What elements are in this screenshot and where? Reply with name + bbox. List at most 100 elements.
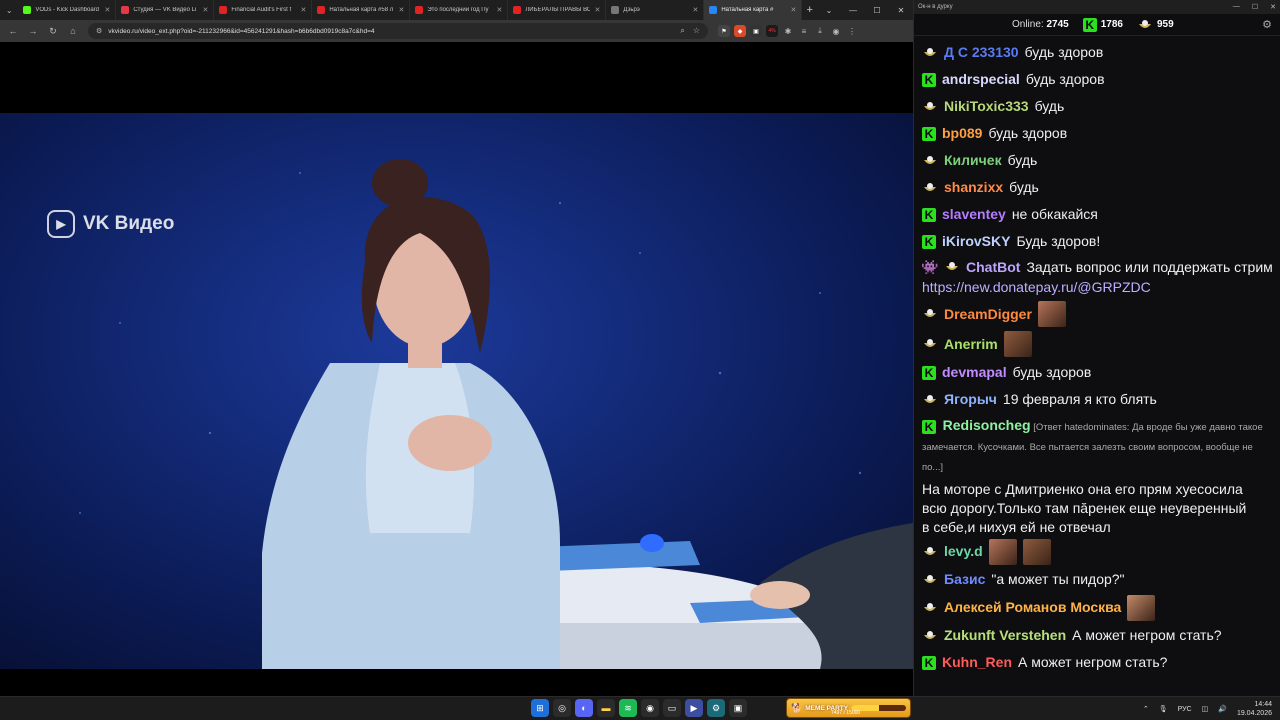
- chrome-icon[interactable]: ◎: [553, 699, 571, 717]
- chat-username[interactable]: devmapal: [942, 363, 1007, 382]
- discord-icon[interactable]: ◐: [575, 699, 593, 717]
- clock[interactable]: 14:44 19.04.2026: [1237, 700, 1272, 718]
- bowl-icon: [922, 307, 938, 321]
- chat-username[interactable]: Д С 233130: [944, 43, 1019, 62]
- emote-image: [1127, 594, 1156, 621]
- chat-username[interactable]: shanzixx: [944, 178, 1003, 197]
- chat-username[interactable]: Anerrim: [944, 335, 998, 354]
- widget-count: 7497 / 15000: [831, 710, 861, 716]
- extensions-puzzle-icon[interactable]: ✱: [782, 25, 794, 37]
- chat-username[interactable]: Redisoncheg: [943, 417, 1031, 433]
- chat-text: Задать вопрос или поддержать стримера:: [1026, 259, 1272, 275]
- donate-link[interactable]: https://new.donatepay.ru/@GRPZDC: [922, 279, 1151, 295]
- tab-search-icon[interactable]: ⌄: [0, 0, 18, 20]
- chat-text: не обкакайся: [1011, 206, 1098, 222]
- microphone-icon[interactable]: 🎙: [1159, 705, 1168, 713]
- close-tab-icon[interactable]: ✕: [300, 6, 306, 14]
- start-button[interactable]: ⊞: [531, 699, 549, 717]
- browser-tab[interactable]: Это последний год Пу ✕: [410, 0, 509, 20]
- app-icon[interactable]: ▶: [685, 699, 703, 717]
- obs-icon[interactable]: ◉: [641, 699, 659, 717]
- chat-username[interactable]: Kuhn_Ren: [942, 653, 1012, 672]
- close-button[interactable]: ✕: [889, 0, 913, 20]
- minimize-button[interactable]: —: [1233, 3, 1240, 11]
- chat-message: K Kuhn_Ren А может негром стать?: [922, 649, 1272, 676]
- home-button[interactable]: ⌂: [64, 22, 82, 40]
- reply-context: K Redisoncheg [Ответ hatedominates: Да в…: [922, 415, 1272, 478]
- video-scene: [79, 159, 913, 669]
- collapse-tabs-icon[interactable]: ⌄: [817, 0, 841, 20]
- chat-username[interactable]: DreamDigger: [944, 305, 1032, 324]
- chat-username[interactable]: NikiToxic333: [944, 97, 1029, 116]
- chat-username[interactable]: Алексей Романов Москва: [944, 598, 1121, 617]
- chat-username[interactable]: andrspecial: [942, 70, 1020, 89]
- app-icon[interactable]: ▣: [729, 699, 747, 717]
- close-tab-icon[interactable]: ✕: [398, 6, 404, 14]
- close-tab-icon[interactable]: ✕: [594, 6, 600, 14]
- chat-message: Базис "а может ты пидор?": [922, 566, 1272, 593]
- close-tab-icon[interactable]: ✕: [790, 6, 796, 14]
- close-tab-icon[interactable]: ✕: [202, 6, 208, 14]
- browser-tab[interactable]: Натальная карта # ✕: [704, 0, 803, 20]
- extension-icon[interactable]: ⚑: [718, 25, 730, 37]
- zoom-icon[interactable]: ⌕: [680, 26, 684, 36]
- network-icon[interactable]: ◫: [1202, 705, 1209, 713]
- chat-message: Zukunft Verstehen А может негром стать?: [922, 622, 1272, 649]
- folder-icon[interactable]: ▬: [597, 699, 615, 717]
- browser-tab[interactable]: Натальная карта #58 л ✕: [312, 0, 411, 20]
- bookmark-star-icon[interactable]: ☆: [693, 26, 700, 36]
- youtube-icon: [513, 6, 522, 14]
- maximize-button[interactable]: ☐: [865, 0, 889, 20]
- back-button[interactable]: ←: [4, 22, 22, 40]
- extension-icon[interactable]: ▣: [750, 25, 762, 37]
- browser-tab[interactable]: Дзьрэ ✕: [606, 0, 705, 20]
- close-tab-icon[interactable]: ✕: [496, 6, 502, 14]
- reload-button[interactable]: ↻: [44, 22, 62, 40]
- tab-title: VODs - Kick Dashboard: [35, 7, 100, 13]
- chat-window-title: Ок-н в дурку: [918, 4, 953, 10]
- chat-username[interactable]: levy.d: [944, 542, 983, 561]
- close-button[interactable]: ✕: [1270, 3, 1276, 11]
- meme-party-widget[interactable]: 🐕 MEME PARTY 7497 / 15000: [786, 698, 911, 718]
- spotify-icon[interactable]: ≋: [619, 699, 637, 717]
- steam-icon[interactable]: ⚙: [707, 699, 725, 717]
- close-tab-icon[interactable]: ✕: [692, 6, 698, 14]
- chat-username[interactable]: Киличек: [944, 151, 1002, 170]
- menu-icon[interactable]: ⋮: [846, 25, 858, 37]
- chat-username[interactable]: slaventey: [942, 205, 1006, 224]
- minimize-button[interactable]: —: [841, 0, 865, 20]
- chat-username[interactable]: bp089: [942, 124, 982, 143]
- chat-username[interactable]: iKirovSKY: [942, 232, 1010, 251]
- new-tab-button[interactable]: +: [802, 0, 817, 20]
- tab-title: Financial Audit's First f: [231, 7, 292, 13]
- extension-icon[interactable]: ◆: [734, 25, 746, 37]
- chevron-up-icon[interactable]: ⌃: [1143, 705, 1149, 713]
- browser-tab[interactable]: Financial Audit's First f ✕: [214, 0, 313, 20]
- browser-tab[interactable]: ЛИБЕРАЛЫ ПРАВЫ ВО ✕: [508, 0, 607, 20]
- app-icon[interactable]: ▭: [663, 699, 681, 717]
- chat-message: KiKirovSKY Будь здоров!: [922, 228, 1272, 255]
- profile-icon[interactable]: ◉: [830, 25, 842, 37]
- chat-username[interactable]: Базис: [944, 570, 985, 589]
- maximize-button[interactable]: ☐: [1252, 3, 1258, 11]
- site-info-icon[interactable]: ⚙: [96, 27, 102, 35]
- download-icon[interactable]: ⤓: [814, 25, 826, 37]
- language-indicator[interactable]: РУС: [1178, 706, 1192, 713]
- video-frame[interactable]: ▶ VK Видео: [0, 113, 913, 669]
- video-player[interactable]: ▶ VK Видео: [0, 42, 913, 696]
- settings-gear-icon[interactable]: ⚙: [1262, 18, 1272, 31]
- extension-badge[interactable]: 4%: [766, 25, 778, 37]
- chat-username[interactable]: ChatBot: [966, 257, 1020, 277]
- twitch-viewers: 959: [1137, 18, 1174, 32]
- volume-icon[interactable]: 🔊: [1218, 705, 1227, 713]
- chat-username[interactable]: Ягорыч: [944, 390, 997, 409]
- browser-tab[interactable]: VODs - Kick Dashboard ✕: [18, 0, 117, 20]
- forward-button[interactable]: →: [24, 22, 42, 40]
- close-tab-icon[interactable]: ✕: [104, 6, 110, 14]
- bowl-icon: [922, 154, 938, 168]
- url-text: vkvideo.ru/video_ext.php?oid=-211232966&…: [108, 27, 375, 35]
- chat-username[interactable]: Zukunft Verstehen: [944, 626, 1066, 645]
- reading-list-icon[interactable]: ≡: [798, 25, 810, 37]
- address-bar[interactable]: ⚙ vkvideo.ru/video_ext.php?oid=-21123296…: [88, 23, 708, 39]
- browser-tab[interactable]: Студия — VK Видео Li ✕: [116, 0, 215, 20]
